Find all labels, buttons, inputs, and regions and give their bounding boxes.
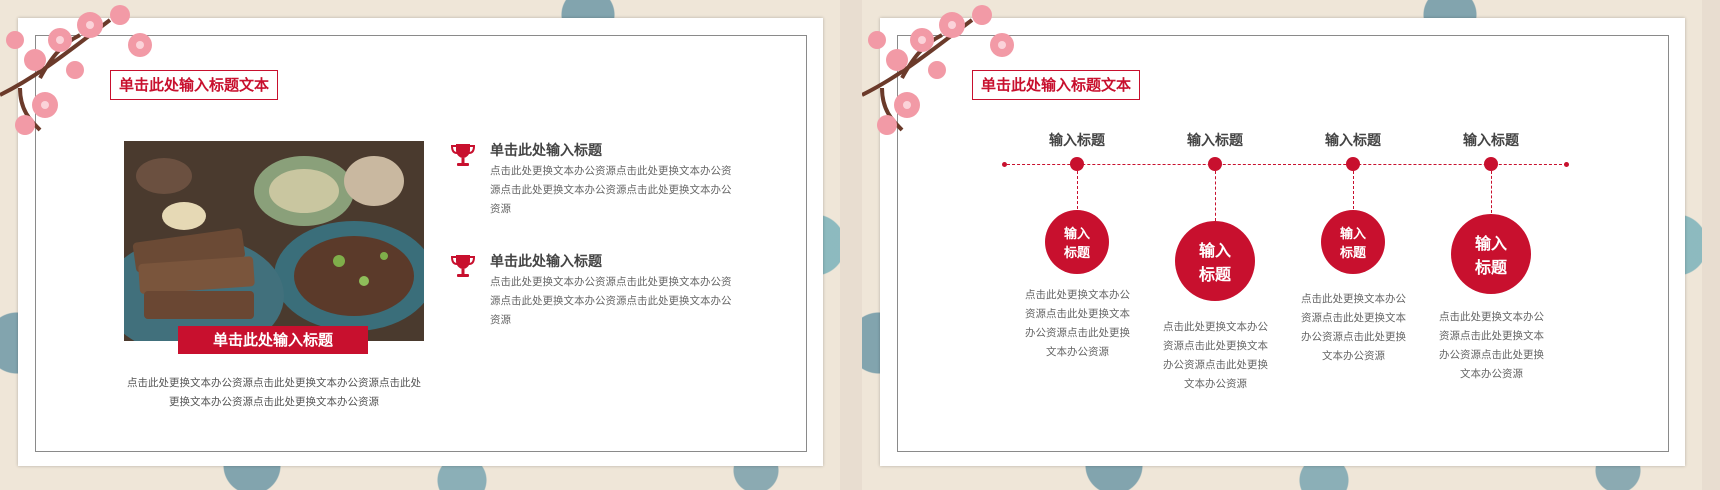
circle-text: 输入 (1339, 227, 1366, 242)
circle-text: 输入 (1474, 234, 1507, 253)
circle-text: 输入 (1198, 241, 1231, 260)
timeline-node (1346, 157, 1360, 171)
timeline-description[interactable]: 点击此处更换文本办公资源点击此处更换文本办公资源点击此处更换文本办公资源 (1158, 318, 1273, 394)
timeline-description[interactable]: 点击此处更换文本办公资源点击此处更换文本办公资源点击此处更换文本办公资源 (1020, 286, 1135, 362)
timeline-connector (1491, 171, 1492, 213)
timeline-circle[interactable]: 输入 标题 (1451, 214, 1531, 294)
circle-text: 输入 (1063, 227, 1090, 242)
food-photo (124, 141, 424, 341)
circle-text: 标题 (1474, 258, 1507, 277)
timeline-label[interactable]: 输入标题 (1436, 130, 1546, 150)
timeline-label[interactable]: 输入标题 (1160, 130, 1270, 150)
timeline-node (1070, 157, 1084, 171)
feature-title[interactable]: 单击此处输入标题 (490, 140, 602, 160)
trophy-icon (448, 140, 478, 170)
timeline-connector (1215, 171, 1216, 221)
timeline-start-dot (1002, 162, 1007, 167)
timeline-circle[interactable]: 输入 标题 (1321, 210, 1385, 274)
feature-description[interactable]: 点击此处更换文本办公资源点击此处更换文本办公资源点击此处更换文本办公资源点击此处… (490, 273, 735, 330)
trophy-icon (448, 251, 478, 281)
slide-2: 单击此处输入标题文本 输入标题 输入 标题 点击此处更换文本办公资源点击此处更换文… (862, 0, 1702, 490)
timeline-line (1007, 164, 1567, 165)
timeline-label[interactable]: 输入标题 (1298, 130, 1408, 150)
timeline-connector (1353, 171, 1354, 209)
timeline-circle[interactable]: 输入 标题 (1045, 210, 1109, 274)
cherry-blossom-decoration (862, 5, 1014, 135)
timeline-connector (1077, 171, 1078, 209)
slide-1: 单击此处输入标题文本 单击此处输入标题 点击此处更换文本办公资源点击此处更换文本… (0, 0, 840, 490)
circle-text: 标题 (1063, 246, 1090, 261)
timeline-circle[interactable]: 输入 标题 (1175, 221, 1255, 301)
circle-text: 标题 (1339, 246, 1366, 261)
timeline-node (1484, 157, 1498, 171)
feature-title[interactable]: 单击此处输入标题 (490, 251, 602, 271)
timeline-description[interactable]: 点击此处更换文本办公资源点击此处更换文本办公资源点击此处更换文本办公资源 (1434, 308, 1549, 384)
timeline-description[interactable]: 点击此处更换文本办公资源点击此处更换文本办公资源点击此处更换文本办公资源 (1296, 290, 1411, 366)
feature-description[interactable]: 点击此处更换文本办公资源点击此处更换文本办公资源点击此处更换文本办公资源点击此处… (490, 162, 735, 219)
circle-text: 标题 (1198, 265, 1231, 284)
photo-caption[interactable]: 单击此处输入标题 (178, 326, 368, 354)
cherry-blossom-decoration (0, 5, 152, 135)
photo-description[interactable]: 点击此处更换文本办公资源点击此处更换文本办公资源点击此处更换文本办公资源点击此处… (124, 374, 424, 412)
timeline-node (1208, 157, 1222, 171)
timeline-end-dot (1564, 162, 1569, 167)
